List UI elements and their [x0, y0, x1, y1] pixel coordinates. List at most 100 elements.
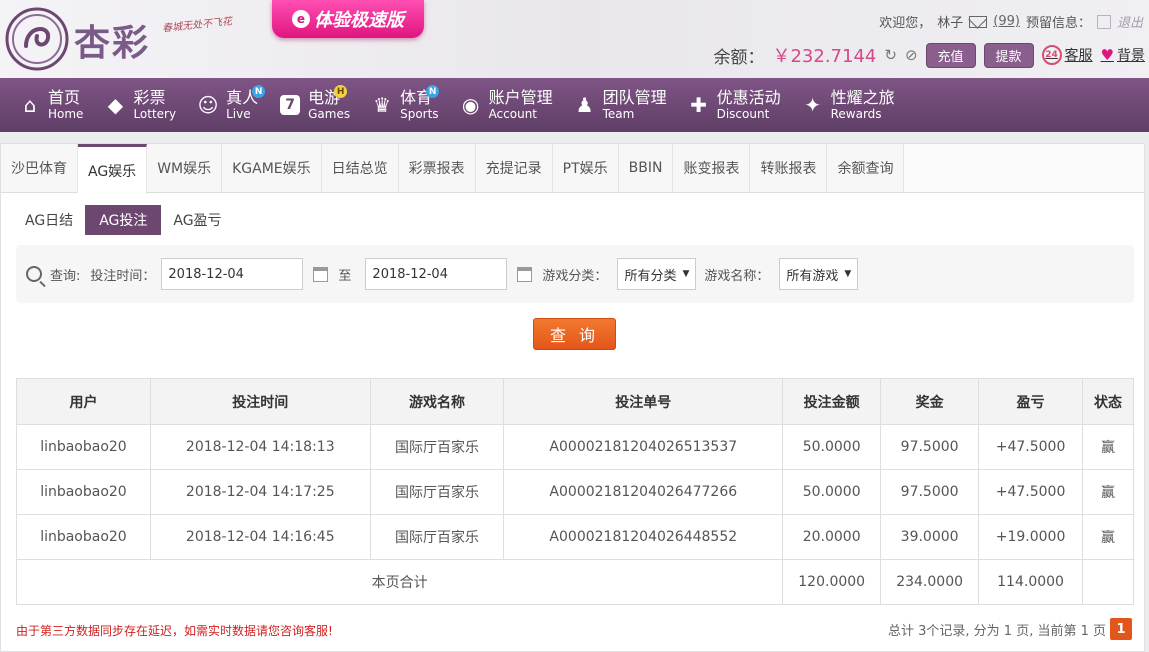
edit-icon[interactable]: [1096, 14, 1111, 29]
nav-item-lottery[interactable]: ◆ 彩票 Lottery: [93, 78, 186, 132]
table-cell: 国际厅百家乐: [369, 424, 505, 470]
calendar-icon[interactable]: [517, 266, 533, 282]
hide-eye-icon[interactable]: ⊘: [905, 46, 918, 64]
table-cell: linbaobao20: [16, 514, 151, 560]
tab-10[interactable]: 转账报表: [750, 144, 828, 192]
subtab-0[interactable]: AG日结: [17, 205, 81, 235]
nav-item-label: 彩票 Lottery: [133, 88, 176, 122]
rewards-icon: ✦: [804, 93, 821, 117]
pagination: 总计 3个记录, 分为 1 页, 当前第 1 页 1: [888, 618, 1132, 640]
main-nav: ⌂ 首页 Home ◆ 彩票 Lottery ☺ 真人 Live N 7 电游 Games H ♛ 体育 Spo…: [0, 78, 1149, 132]
nav-item-home[interactable]: ⌂ 首页 Home: [8, 78, 93, 132]
nav-item-discount[interactable]: ✚ 优惠活动 Discount: [677, 78, 791, 132]
tab-8[interactable]: BBIN: [618, 144, 674, 192]
service-link[interactable]: 24 客服: [1041, 45, 1093, 65]
tab-7[interactable]: PT娱乐: [552, 144, 619, 192]
column-header: 投注金额: [782, 378, 882, 425]
query-button[interactable]: 查 询: [533, 318, 616, 350]
tab-5[interactable]: 彩票报表: [398, 144, 476, 192]
nav-item-live[interactable]: ☺ 真人 Live N: [186, 78, 268, 132]
page-1-button[interactable]: 1: [1110, 618, 1132, 640]
background-link[interactable]: ♥ 背景: [1101, 45, 1145, 65]
nav-item-en: Live: [226, 107, 251, 121]
nav-item-sports[interactable]: ♛ 体育 Sports N: [360, 78, 448, 132]
tab-6[interactable]: 充提记录: [475, 144, 553, 192]
end-date-input[interactable]: [365, 258, 508, 290]
nav-item-label: 性耀之旅 Rewards: [830, 89, 895, 122]
account-icon: ◉: [461, 93, 480, 117]
nav-item-rewards[interactable]: ✦ 性耀之旅 Rewards: [791, 78, 905, 132]
table-cell: 赢: [1082, 469, 1134, 515]
table-cell: 赢: [1082, 424, 1134, 470]
column-header: 奖金: [880, 378, 980, 425]
nav-item-en: Games: [308, 107, 351, 121]
background-label: 背景: [1117, 48, 1145, 64]
dropdown-arrow-icon: ▼: [682, 269, 690, 279]
logo-text: 杏彩: [74, 22, 151, 64]
logo-icon[interactable]: [4, 6, 70, 72]
table-cell: 39.0000: [880, 514, 980, 560]
filter-bar: 查询: 投注时间： 至 游戏分类： 所有分类 ▼ 游戏名称： 所有游戏 ▼: [16, 245, 1134, 303]
game-name-label: 游戏名称：: [704, 268, 770, 284]
tab-1[interactable]: AG娱乐: [78, 144, 148, 194]
table-cell: linbaobao20: [16, 469, 151, 515]
nav-item-games[interactable]: 7 电游 Games H: [268, 78, 360, 132]
nav-badge: N: [252, 85, 266, 98]
table-cell: A00002181204026448552: [503, 514, 784, 560]
tab-4[interactable]: 日结总览: [321, 144, 399, 192]
nav-badge: N: [426, 85, 440, 98]
tab-11[interactable]: 余额查询: [827, 144, 905, 192]
trophy-icon: ♛: [373, 93, 392, 117]
tab-0[interactable]: 沙巴体育: [1, 144, 78, 192]
table-row: linbaobao20 2018-12-04 14:16:45 国际厅百家乐 A000…: [16, 514, 1134, 560]
lottery-icon: ◆: [107, 93, 124, 117]
balance-label: 余额：: [713, 47, 765, 68]
game-name-select[interactable]: 所有游戏 ▼: [779, 258, 859, 290]
delay-notice: 由于第三方数据同步存在延迟，如需实时数据请您咨询客服!: [16, 624, 333, 638]
refresh-icon[interactable]: ↻: [884, 46, 897, 64]
bet-time-label: 投注时间：: [90, 268, 156, 284]
nav-item-en: Account: [488, 107, 538, 121]
nav-item-cn: 优惠活动: [716, 88, 781, 107]
tab-9[interactable]: 账变报表: [673, 144, 751, 192]
withdraw-button[interactable]: 提款: [983, 42, 1034, 68]
nav-item-en: Rewards: [830, 107, 882, 121]
nav-item-cn: 彩票: [133, 88, 166, 107]
start-date-input[interactable]: [161, 258, 304, 290]
table-cell: 50.0000: [782, 424, 882, 470]
table-cell: +19.0000: [978, 514, 1084, 560]
tab-3[interactable]: KGAME娱乐: [222, 144, 322, 192]
tab-2[interactable]: WM娱乐: [147, 144, 223, 192]
fast-version-button[interactable]: e 体验极速版: [272, 0, 424, 38]
table-row: linbaobao20 2018-12-04 14:17:25 国际厅百家乐 A000…: [16, 469, 1134, 515]
calendar-icon[interactable]: [313, 266, 329, 282]
bet-table: 用户 投注时间 游戏名称 投注单号 投注金额 奖金 盈亏 状态 linbaobao20 2018…: [15, 378, 1134, 605]
report-tabs: 沙巴体育 AG娱乐 WM娱乐 KGAME娱乐 日结总览 彩票报表 充提记录 PT娱乐 BBIN 账…: [1, 144, 1144, 194]
nav-item-team[interactable]: ♟ 团队管理 Team: [563, 78, 677, 132]
mail-icon[interactable]: [969, 15, 988, 28]
live-icon: ☺: [197, 93, 219, 117]
nav-item-en: Team: [602, 107, 635, 121]
table-row: linbaobao20 2018-12-04 14:18:13 国际厅百家乐 A000…: [16, 424, 1134, 470]
column-header: 状态: [1082, 378, 1134, 425]
nav-item-label: 账户管理 Account: [488, 89, 553, 122]
service-24-icon: 24: [1041, 45, 1062, 65]
logout-link[interactable]: 退出: [1117, 12, 1143, 31]
category-select[interactable]: 所有分类 ▼: [617, 258, 697, 290]
user-bar: 欢迎您， 林子 (99) 预留信息： 退出: [879, 12, 1143, 31]
search-icon: [26, 266, 42, 282]
nav-item-account[interactable]: ◉ 账户管理 Account: [449, 78, 563, 132]
subtab-1[interactable]: AG投注: [85, 205, 162, 235]
nav-item-label: 团队管理 Team: [602, 89, 667, 122]
recharge-button[interactable]: 充值: [925, 42, 976, 68]
dropdown-arrow-icon: ▼: [844, 269, 852, 279]
nav-item-en: Sports: [400, 107, 439, 121]
header: 杏彩 春城无处不飞花 e 体验极速版 欢迎您， 林子 (99) 预留信息： 退出…: [0, 0, 1149, 78]
fast-version-label: 体验极速版: [314, 10, 404, 31]
nav-item-cn: 首页: [48, 88, 81, 107]
subtab-2[interactable]: AG盈亏: [165, 205, 229, 235]
nav-item-label: 优惠活动 Discount: [716, 88, 781, 122]
query-label: 查询:: [50, 268, 81, 284]
mail-count-link[interactable]: (99): [993, 14, 1020, 29]
balance-row: 余额： ￥232.7144 ↻ ⊘ 充值 提款 24 客服 ♥ 背景: [713, 42, 1145, 68]
